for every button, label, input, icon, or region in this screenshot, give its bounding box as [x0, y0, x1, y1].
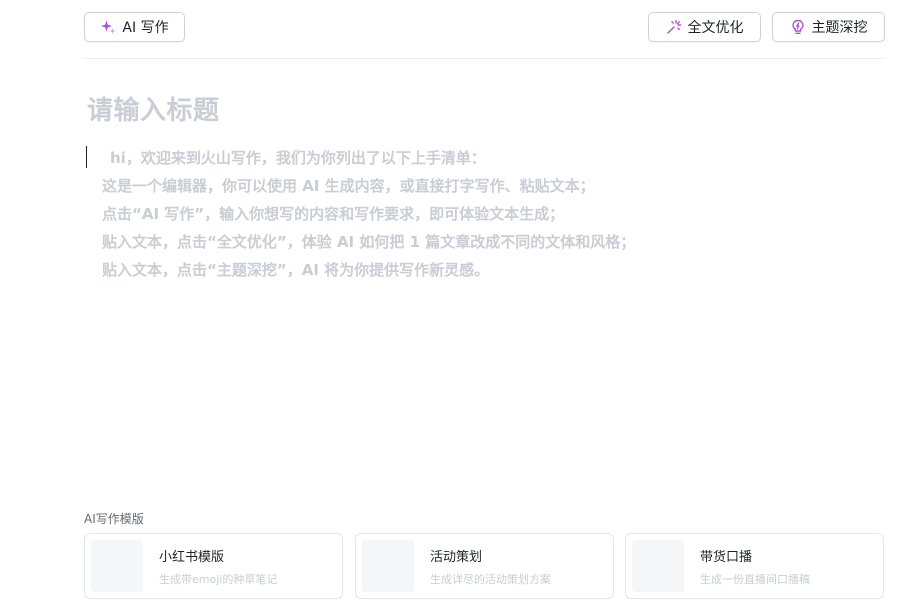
placeholder-line: 点击“AI 写作”，输入你想写的内容和写作要求，即可体验文本生成；: [102, 205, 565, 223]
template-card-xiaohongshu[interactable]: 小红书模版 生成带emoji的种草笔记: [84, 533, 343, 599]
magic-wand-icon: [666, 19, 682, 35]
full-text-optimize-button[interactable]: 全文优化: [648, 12, 761, 42]
template-name: 小红书模版: [159, 550, 225, 565]
writing-editor-page: AI 写作 全文优化 主题深挖 请输入标题 hi，欢迎来到火山写作，我们为你列出…: [0, 0, 919, 609]
template-description: 生成一份直播间口播稿: [700, 573, 810, 586]
topic-deep-dive-button[interactable]: 主题深挖: [772, 12, 885, 42]
template-description: 生成带emoji的种草笔记: [159, 573, 278, 586]
placeholder-line: 贴入文本，点击“主题深挖”，AI 将为你提供写作新灵感。: [102, 261, 490, 279]
placeholder-line: 这是一个编辑器，你可以使用 AI 生成内容，或直接打字写作、粘贴文本；: [102, 177, 595, 195]
ai-write-button[interactable]: AI 写作: [84, 12, 185, 42]
template-thumbnail: [632, 540, 684, 592]
template-card-event-planning[interactable]: 活动策划 生成详尽的活动策划方案: [355, 533, 614, 599]
template-thumbnail: [91, 540, 143, 592]
topic-deep-dive-label: 主题深挖: [811, 20, 868, 36]
placeholder-line: hi，欢迎来到火山写作，我们为你列出了以下上手清单：: [110, 149, 486, 167]
templates-section-label: AI写作模版: [84, 512, 144, 526]
toolbar-divider: [84, 58, 884, 59]
template-name: 带货口播: [700, 550, 753, 565]
template-cards: 小红书模版 生成带emoji的种草笔记 活动策划 生成详尽的活动策划方案 带货口…: [84, 533, 884, 599]
editor-body[interactable]: hi，欢迎来到火山写作，我们为你列出了以下上手清单： 这是一个编辑器，你可以使用…: [102, 148, 635, 288]
text-cursor: [86, 146, 87, 168]
title-input[interactable]: 请输入标题: [87, 90, 220, 127]
template-card-live-sales-script[interactable]: 带货口播 生成一份直播间口播稿: [625, 533, 884, 599]
template-name: 活动策划: [430, 550, 483, 565]
full-text-optimize-label: 全文优化: [687, 20, 744, 36]
placeholder-line: 贴入文本，点击“全文优化”，体验 AI 如何把 1 篇文章改成不同的文体和风格；: [102, 233, 636, 251]
lightbulb-icon: [790, 19, 806, 35]
template-thumbnail: [362, 540, 414, 592]
ai-write-label: AI 写作: [122, 20, 169, 36]
template-description: 生成详尽的活动策划方案: [430, 573, 551, 586]
sparkle-icon: [100, 19, 116, 35]
